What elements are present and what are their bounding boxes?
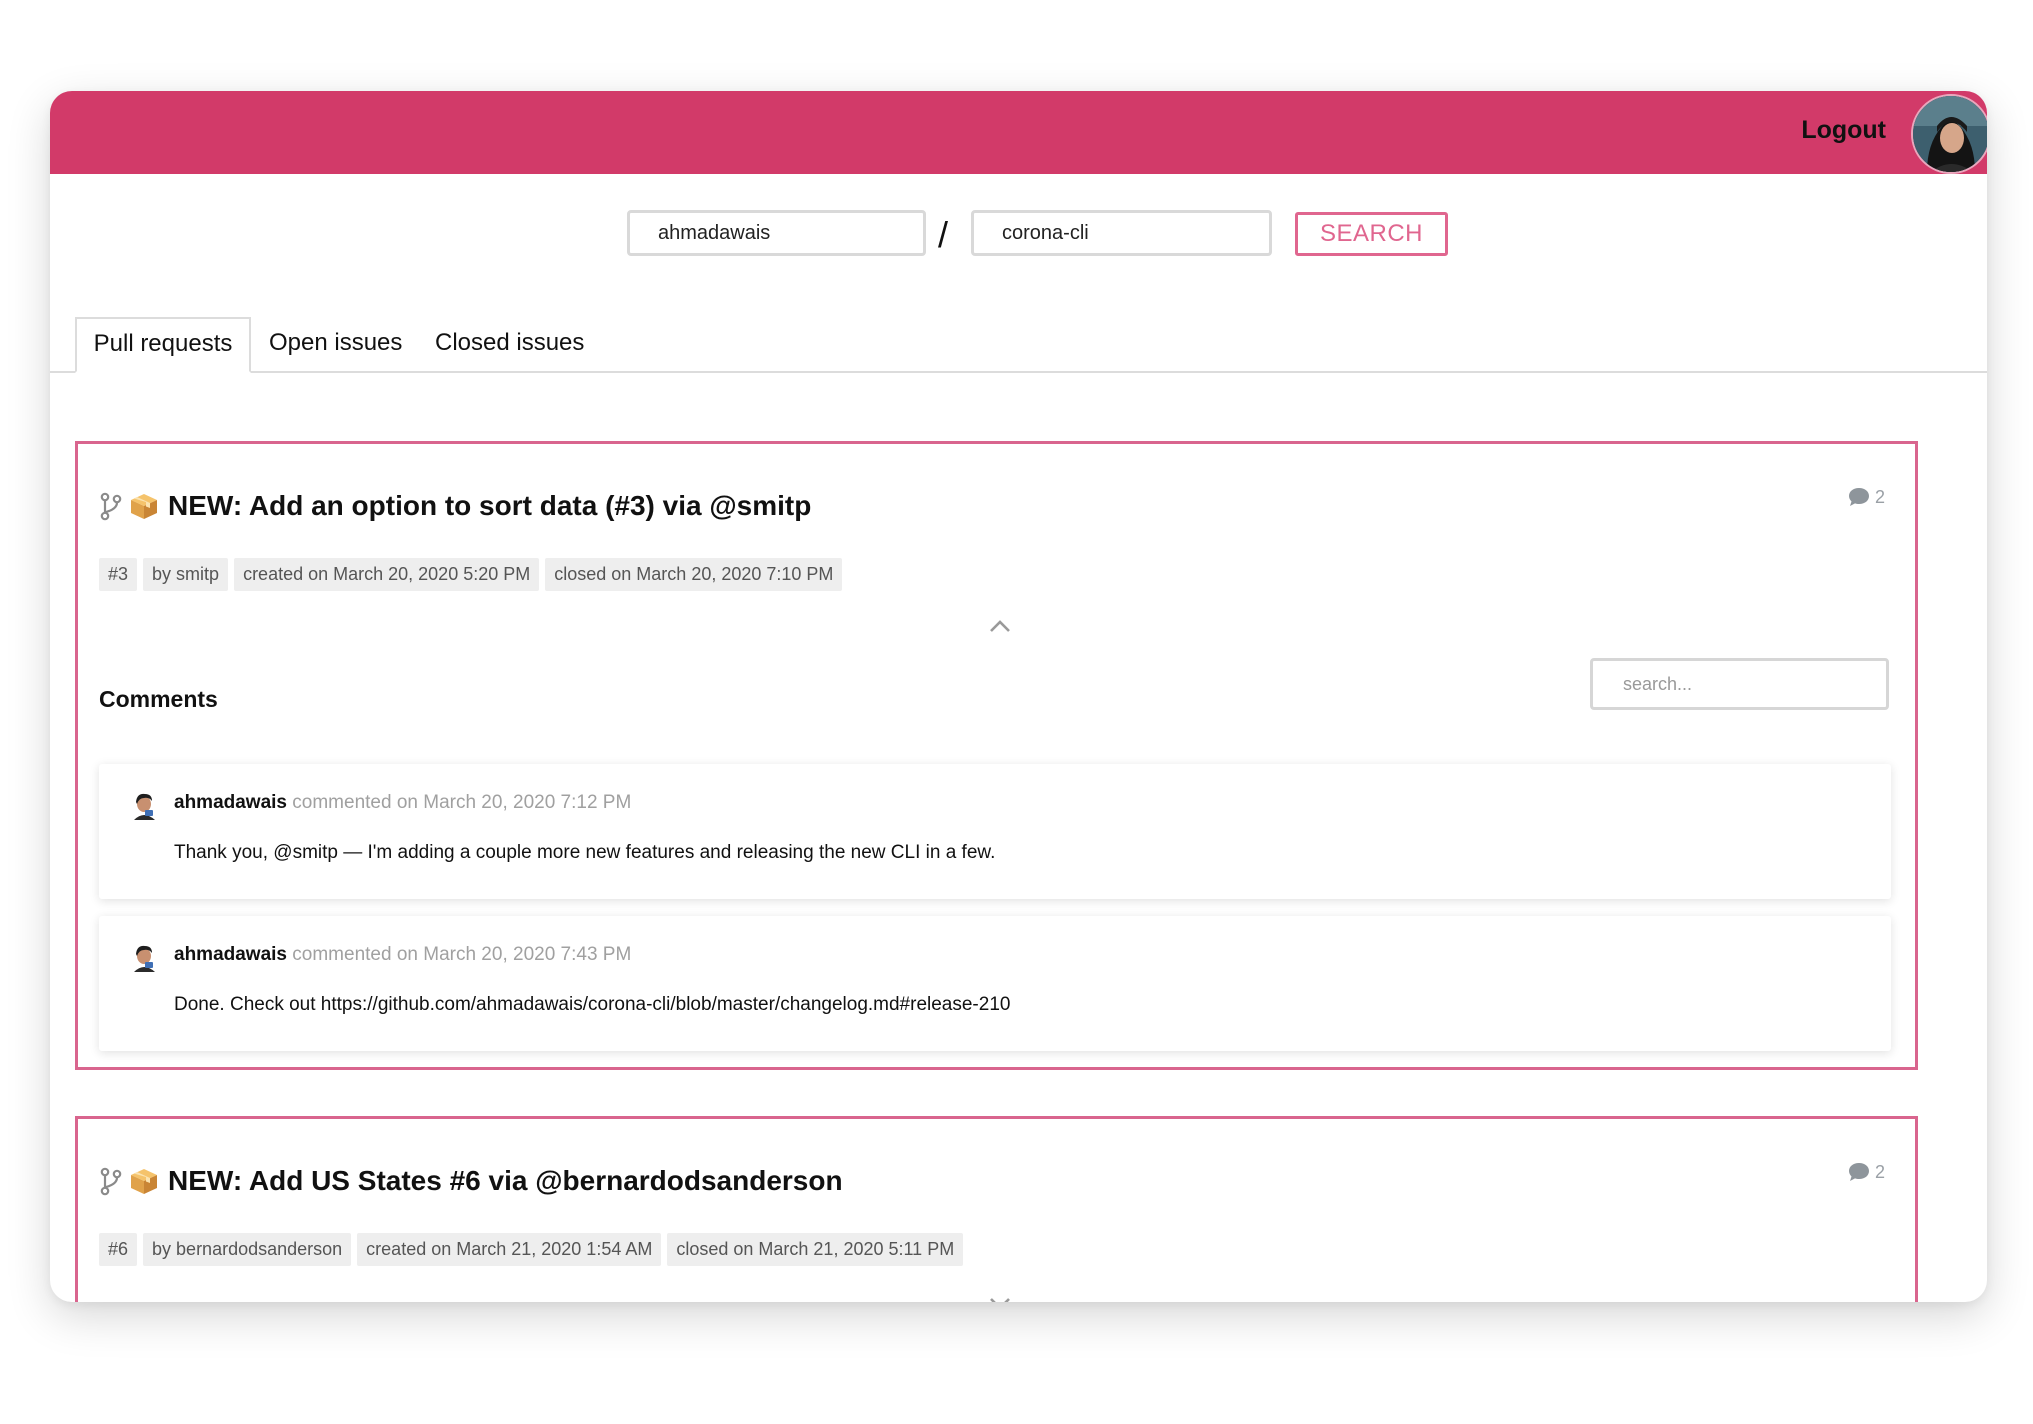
package-box-icon [131, 494, 157, 519]
pr-title: NEW: Add US States #6 via @bernardodsand… [168, 1165, 843, 1196]
comment-timestamp: commented on March 20, 2020 7:12 PM [287, 792, 632, 813]
pr-number-tag: #6 [99, 1233, 138, 1266]
commenter-avatar [134, 793, 155, 820]
tab-pull-requests[interactable]: Pull requests [75, 317, 251, 373]
comment-search-input[interactable] [1590, 658, 1889, 710]
comment-timestamp: commented on March 20, 2020 7:43 PM [287, 944, 632, 965]
git-branch-icon [100, 492, 122, 521]
repo-input[interactable] [971, 210, 1272, 256]
pr-title: NEW: Add an option to sort data (#3) via… [168, 490, 812, 521]
chevron-up-icon[interactable] [988, 619, 1012, 633]
owner-repo-separator: / [938, 214, 949, 255]
pr-created-tag: created on March 21, 2020 1:54 AM [357, 1233, 662, 1266]
comment-count: 2 [1847, 486, 1885, 508]
git-branch-icon [100, 1167, 122, 1196]
pull-request-card: NEW: Add an option to sort data (#3) via… [75, 441, 1918, 1070]
app-window: Logout / SEARCH Pull requests Open issue… [50, 91, 1987, 1302]
owner-input[interactable] [627, 210, 926, 256]
comment-count: 2 [1847, 1161, 1885, 1183]
comment-header: ahmadawais commented on March 20, 2020 7… [174, 792, 631, 814]
pr-created-tag: created on March 20, 2020 5:20 PM [234, 558, 540, 591]
comment-item: ahmadawais commented on March 20, 2020 7… [99, 916, 1891, 1051]
logout-link[interactable]: Logout [1801, 116, 1886, 145]
pr-title-row[interactable]: NEW: Add an option to sort data (#3) via… [98, 486, 811, 526]
chevron-down-icon[interactable] [988, 1297, 1012, 1302]
search-button[interactable]: SEARCH [1295, 212, 1448, 256]
user-avatar[interactable] [1911, 94, 1987, 174]
pr-author-tag: by bernardodsanderson [143, 1233, 352, 1266]
comment-count-value: 2 [1874, 1161, 1885, 1182]
speech-bubble-icon [1848, 1163, 1869, 1181]
pr-number-tag: #3 [99, 558, 138, 591]
repo-search-bar: / SEARCH [50, 210, 1987, 262]
pr-title-row[interactable]: NEW: Add US States #6 via @bernardodsand… [98, 1161, 843, 1201]
pr-closed-tag: closed on March 20, 2020 7:10 PM [545, 558, 843, 591]
comment-body: Thank you, @smitp — I'm adding a couple … [174, 842, 996, 863]
top-bar: Logout [50, 91, 1987, 174]
pull-request-card: NEW: Add US States #6 via @bernardodsand… [75, 1116, 1918, 1302]
comment-item: ahmadawais commented on March 20, 2020 7… [99, 764, 1891, 899]
comments-heading: Comments [99, 686, 218, 712]
pr-closed-tag: closed on March 21, 2020 5:11 PM [667, 1233, 964, 1266]
pr-meta-tags: #3 by smitp created on March 20, 2020 5:… [99, 558, 843, 591]
comment-body: Done. Check out https://github.com/ahmad… [174, 994, 1011, 1015]
pr-author-tag: by smitp [143, 558, 229, 591]
speech-bubble-icon [1848, 488, 1869, 506]
pr-meta-tags: #6 by bernardodsanderson created on Marc… [99, 1233, 964, 1266]
comment-count-value: 2 [1874, 486, 1885, 507]
package-box-icon [131, 1169, 157, 1194]
tab-open-issues[interactable]: Open issues [269, 317, 402, 369]
comment-header: ahmadawais commented on March 20, 2020 7… [174, 944, 631, 966]
commenter-avatar [134, 945, 155, 972]
comment-author[interactable]: ahmadawais [174, 792, 287, 813]
tab-closed-issues[interactable]: Closed issues [435, 317, 584, 369]
tab-bar: Pull requests Open issues Closed issues [50, 317, 1987, 373]
comment-author[interactable]: ahmadawais [174, 944, 287, 965]
